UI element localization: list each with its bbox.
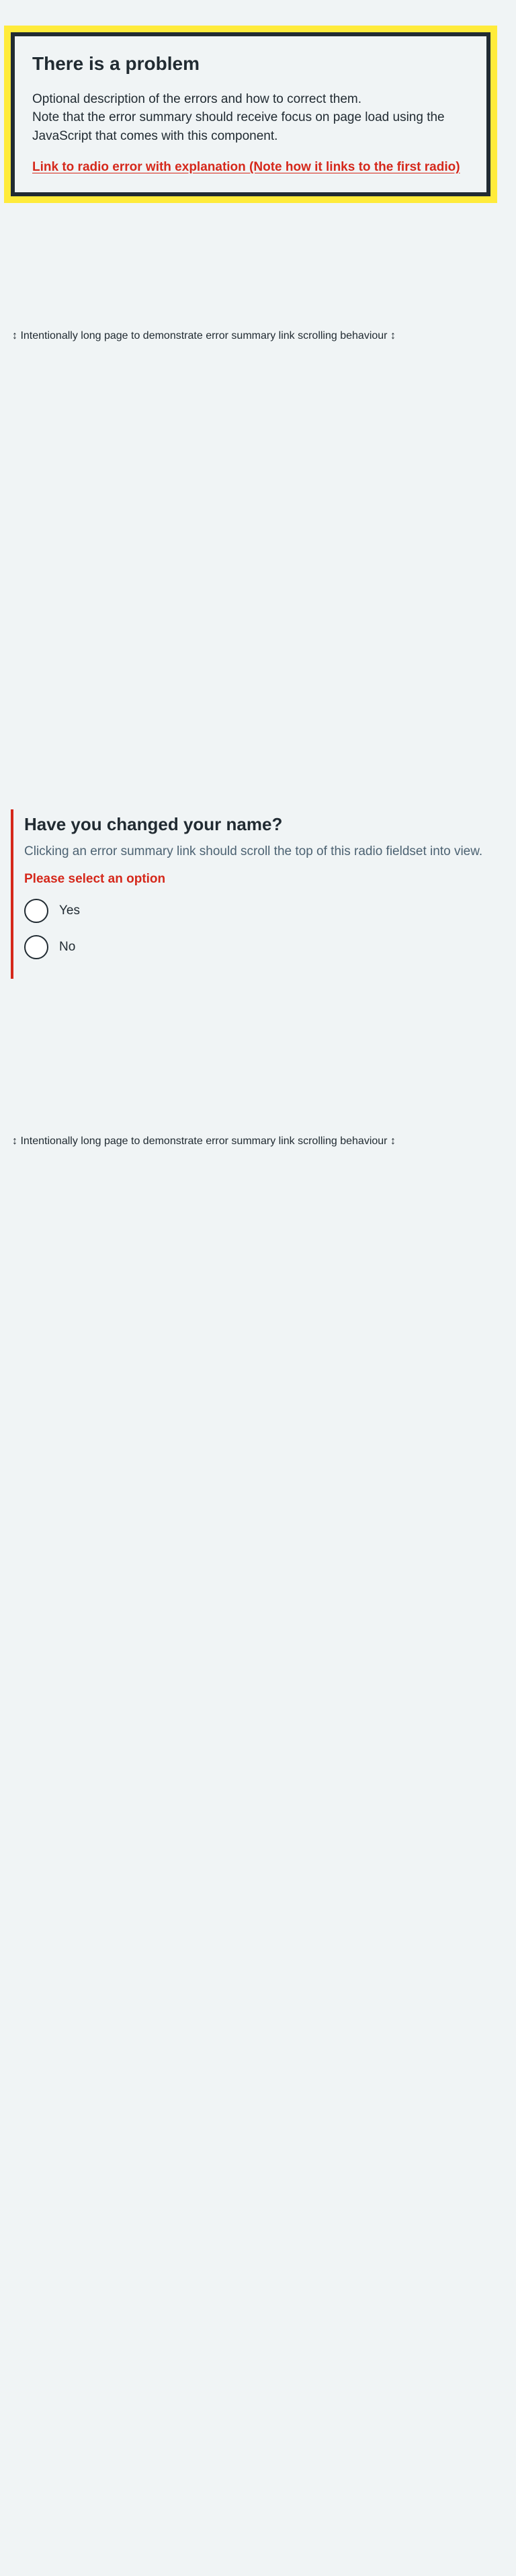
error-summary: There is a problem Optional description … bbox=[4, 26, 497, 203]
long-page-note-top: ↕ Intentionally long page to demonstrate… bbox=[12, 330, 396, 341]
radio-option-yes[interactable]: Yes bbox=[24, 897, 486, 924]
fieldset-legend: Have you changed your name? bbox=[24, 813, 283, 834]
radio-option-no[interactable]: No bbox=[24, 934, 486, 961]
radio-yes-circle[interactable] bbox=[24, 898, 48, 923]
radio-no-circle[interactable] bbox=[24, 934, 48, 959]
error-summary-description-line-1: Optional description of the errors and h… bbox=[32, 91, 362, 106]
radio-yes-label[interactable]: Yes bbox=[59, 903, 80, 918]
radio-no-label[interactable]: No bbox=[59, 940, 75, 955]
error-summary-description: Optional description of the errors and h… bbox=[32, 90, 469, 146]
name-change-fieldset: Have you changed your name? Clicking an … bbox=[11, 809, 494, 979]
long-page-note-bottom: ↕ Intentionally long page to demonstrate… bbox=[12, 1135, 396, 1147]
fieldset-hint: Clicking an error summary link should sc… bbox=[24, 844, 483, 859]
error-summary-description-line-2: Note that the error summary should recei… bbox=[32, 110, 445, 143]
fieldset-error-message: Please select an option bbox=[24, 871, 166, 886]
error-summary-title: There is a problem bbox=[32, 53, 200, 74]
error-summary-link-radio[interactable]: Link to radio error with explanation (No… bbox=[32, 160, 460, 174]
